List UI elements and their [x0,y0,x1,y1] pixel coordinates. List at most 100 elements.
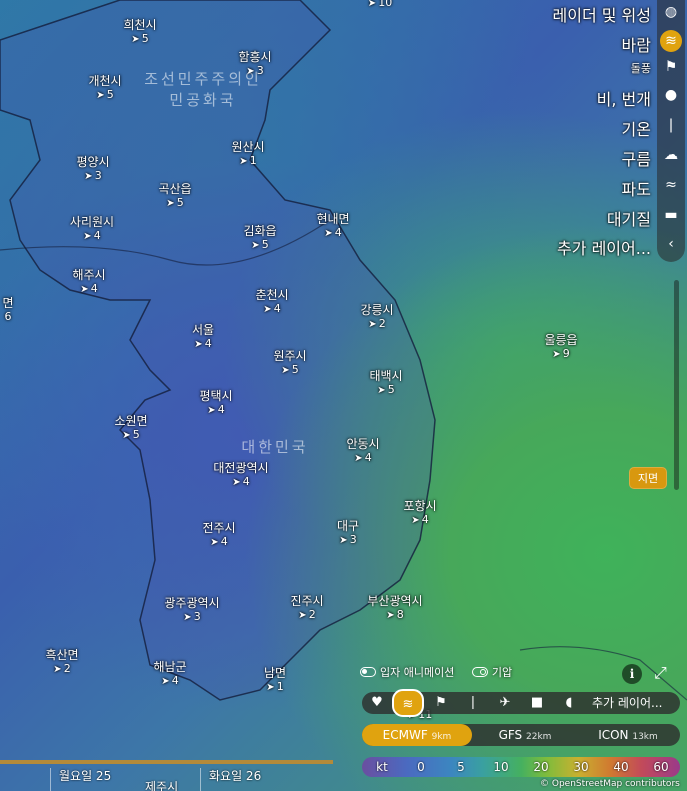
wind-arrow-icon: ➤ [84,171,93,182]
thermometer-icon[interactable]: ❘ [660,114,682,136]
wind-speed: 5 [141,32,149,45]
place-label[interactable]: 남면 ➤ 1 [264,666,286,695]
layer-clouds[interactable]: 구름 [622,146,651,170]
place-label[interactable]: 대전광역시 ➤ 4 [211,461,271,490]
wind-speed: 5 [176,196,184,209]
place-label[interactable]: ➤ 10 [368,0,392,11]
model-selector: ECMWF 9km GFS 22km ICON 13km [362,724,680,746]
thermometer-icon[interactable]: ❘ [462,692,484,714]
wind-speed: 4 [242,475,250,488]
wind-arrow-icon: ➤ [411,515,420,526]
wind-speed: 3 [256,64,264,77]
place-label[interactable]: 원주시 ➤ 5 [273,349,306,378]
wind-map[interactable]: 조선민주주의인 민공화국 대한민국 [0,0,687,791]
wind-arrow-icon: ➤ [368,319,377,330]
wind-speed: 8 [396,608,404,621]
layer-gusts[interactable]: 돌풍 [631,60,651,76]
wind-speed: 5 [261,238,269,251]
place-label[interactable]: 곡산읍 ➤ 5 [158,182,191,211]
wind-speed: 5 [387,383,395,396]
place-label[interactable]: 개천시 ➤ 5 [88,74,121,103]
info-icon[interactable]: i [622,664,642,684]
model-icon-button[interactable]: ICON 13km [578,724,678,746]
wind-arrow-icon: ➤ [122,430,131,441]
place-label[interactable]: 서울 ➤ 4 [192,323,214,352]
place-label[interactable]: 원산시 ➤ 1 [231,140,264,169]
place-label[interactable]: 태백시 ➤ 5 [369,369,402,398]
timeline-day[interactable]: 월요일 25 [50,768,111,791]
timeline-bar[interactable] [0,760,333,764]
model-ecmwf-button[interactable]: ECMWF 9km [362,724,472,746]
webcam-icon[interactable]: ■ [526,692,548,714]
wind-speed: 3 [193,610,201,623]
model-resolution: 13km [632,732,658,742]
place-label[interactable]: 안동시 ➤ 4 [346,437,379,466]
flag-icon[interactable]: ⚑ [430,692,452,714]
place-label[interactable]: 사리원시 ➤ 4 [70,215,114,244]
wind-speed: 4 [364,451,372,464]
place-label[interactable]: 평택시 ➤ 4 [199,389,232,418]
car-icon[interactable]: ▬ [660,204,682,226]
fullscreen-icon[interactable]: ⤢ [654,663,667,683]
map-attribution[interactable]: © OpenStreetMap contributors [540,779,680,789]
particles-toggle[interactable]: 입자 애니메이션 [360,664,454,680]
wind-speed: 2 [63,662,71,675]
layer-temperature[interactable]: 기온 [622,116,651,140]
legend-tick: 10 [493,760,509,774]
place-label[interactable]: 대구 ➤ 3 [337,519,359,548]
favorite-heart-icon[interactable]: ♥ [366,692,388,714]
wind-speed: 4 [171,674,179,687]
cloud-icon[interactable]: ☁ [660,144,682,166]
place-label[interactable]: 포항시 ➤ 4 [403,499,436,528]
place-label[interactable]: 춘천시 ➤ 4 [255,288,288,317]
globe-icon[interactable]: ◍ [660,1,682,23]
layer-radar-satellite[interactable]: 레이더 및 위성 [553,2,652,26]
layer-scrollbar[interactable] [674,280,679,490]
layer-more[interactable]: 추가 레이어... [557,235,651,259]
model-gfs-button[interactable]: GFS 22km [480,724,570,746]
wind-icon[interactable]: ≋ [392,689,424,717]
place-label[interactable]: 진주시 ➤ 2 [290,594,323,623]
wind-speed-legend[interactable]: kt 0 5 10 20 30 40 60 [362,757,680,777]
wind-arrow-icon: ➤ [210,537,219,548]
drop-icon[interactable]: ● [660,84,682,106]
place-label[interactable]: 전주시 ➤ 4 [202,521,235,550]
pressure-toggle[interactable]: 기압 [471,664,513,680]
chevron-left-icon[interactable]: ‹ [660,233,682,255]
flag-icon[interactable]: ⚑ [660,56,682,78]
place-label[interactable]: 소원면 ➤ 5 [114,414,147,443]
place-label[interactable]: 면6 [2,296,13,324]
airplane-icon[interactable]: ✈ [494,692,516,714]
place-label[interactable]: 울릉읍 ➤ 9 [544,333,577,362]
place-label[interactable]: 희천시 ➤ 5 [123,18,156,47]
pressure-label: 기압 [491,666,513,679]
layer-rain-thunder[interactable]: 비, 번개 [597,86,651,110]
place-label[interactable]: 강릉시 ➤ 2 [360,303,393,332]
wind-speed: 3 [94,169,102,182]
place-label[interactable]: 평양시 ➤ 3 [76,155,109,184]
place-label[interactable]: 현내면 ➤ 4 [316,212,349,241]
waves-icon[interactable]: ≈ [660,174,682,196]
layer-air-quality[interactable]: 대기질 [607,206,651,230]
particles-label: 입자 애니메이션 [380,666,455,679]
layer-wind[interactable]: 바람 [622,32,651,56]
layer-waves[interactable]: 파도 [622,176,651,200]
surface-level-button[interactable]: 지면 [629,467,667,489]
timeline-day[interactable]: 화요일 26 [200,768,261,791]
place-label[interactable]: 부산광역시 ➤ 8 [365,594,425,623]
place-name: 평양시 [76,155,110,169]
wind-speed: 1 [249,154,257,167]
wind-icon[interactable]: ≋ [660,30,682,52]
place-label[interactable]: 흑산면 ➤ 2 [45,648,78,677]
wind-arrow-icon: ➤ [367,0,377,9]
wind-arrow-icon: ➤ [263,304,272,315]
place-label[interactable]: 해주시 ➤ 4 [72,268,105,297]
place-name: 해주시 [72,268,106,282]
place-label[interactable]: 해남군 ➤ 4 [153,660,186,689]
more-layers-button[interactable]: 추가 레이어... [592,692,662,714]
coastline-layer [0,0,687,701]
place-label[interactable]: 함흥시 ➤ 3 [238,50,271,79]
place-label[interactable]: 김화읍 ➤ 5 [243,224,276,253]
satellite-dish-icon[interactable]: ◖ [558,692,580,714]
place-label[interactable]: 광주광역시 ➤ 3 [162,596,222,625]
